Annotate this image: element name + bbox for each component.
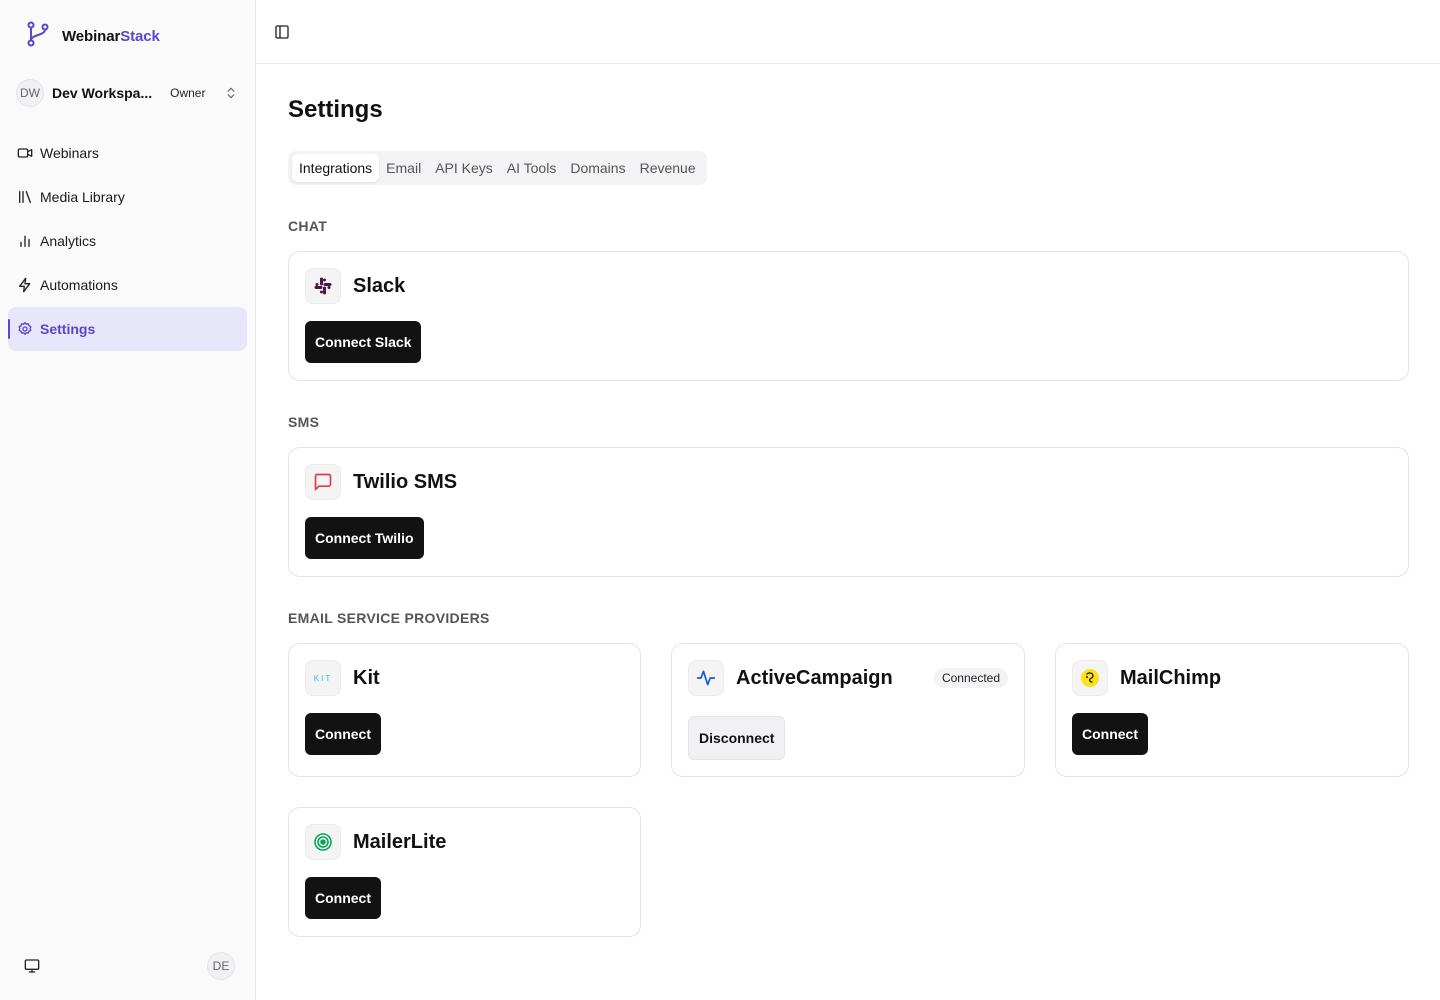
status-badge: Connected [933,668,1008,688]
sidebar-item-media-library[interactable]: Media Library [8,175,247,219]
card-title: Kit [353,666,380,689]
workspace-switcher[interactable]: DW Dev Workspa... Owner [16,79,242,107]
kit-logo: KIT [305,660,341,696]
brand-name: WebinarStack [62,28,160,45]
tab-ai-tools[interactable]: AI Tools [500,154,564,182]
sidebar-item-webinars[interactable]: Webinars [8,131,247,175]
card-header: Twilio SMS [305,464,457,500]
panel-toggle-icon[interactable] [274,24,290,40]
sidebar-item-label: Analytics [40,233,97,249]
user-avatar[interactable]: DE [207,952,235,980]
card-header: KIT Kit [305,660,380,696]
integration-card-mailchimp: MailChimp Connect [1055,643,1409,777]
brand-name-part1: Webinar [62,28,121,45]
sidebar-item-automations[interactable]: Automations [8,263,247,307]
workspace-avatar: DW [16,79,44,107]
tab-email[interactable]: Email [379,154,428,182]
message-square-icon [305,464,341,500]
monitor-icon[interactable] [24,958,40,974]
connect-slack-button[interactable]: Connect Slack [305,321,422,363]
sidebar-item-label: Media Library [40,189,125,205]
card-title: MailerLite [353,830,447,853]
lightning-icon [17,277,33,293]
section-label-email-service-providers: EMAIL SERVICE PROVIDERS [288,610,490,626]
mailchimp-icon [1072,660,1108,696]
connect-kit-button[interactable]: Connect [305,713,381,755]
tab-api-keys[interactable]: API Keys [428,154,500,182]
gear-icon [17,321,33,337]
workspace-role: Owner [170,86,206,100]
kit-logo-text: KIT [313,673,333,683]
library-icon [17,189,33,205]
section-label-chat: CHAT [288,218,328,234]
sidebar: WebinarStack DW Dev Workspa... Owner Web… [0,0,256,1000]
settings-tabs: Integrations Email API Keys AI Tools Dom… [288,151,707,185]
sidebar-item-settings[interactable]: Settings [8,307,247,351]
tab-domains[interactable]: Domains [563,154,632,182]
card-header: Slack [305,268,405,304]
connect-mailchimp-button[interactable]: Connect [1072,713,1148,755]
chevrons-up-down-icon [224,86,238,100]
integration-card-activecampaign: ActiveCampaign Connected Disconnect [671,643,1025,777]
tab-revenue[interactable]: Revenue [633,154,703,182]
sidebar-item-analytics[interactable]: Analytics [8,219,247,263]
connect-twilio-button[interactable]: Connect Twilio [305,517,424,559]
sidebar-item-label: Webinars [40,145,99,161]
top-bar [256,0,1440,64]
card-title: ActiveCampaign [736,666,893,689]
card-title: MailChimp [1120,666,1222,689]
video-icon [17,145,33,161]
connect-mailerlite-button[interactable]: Connect [305,877,381,919]
bar-chart-icon [17,233,33,249]
sidebar-item-label: Automations [40,277,118,293]
integration-card-kit: KIT Kit Connect [288,643,641,777]
brand-name-part2: Stack [120,28,160,45]
tab-integrations[interactable]: Integrations [292,154,380,182]
branch-icon [26,21,50,52]
integration-card-mailerlite: MailerLite Connect [288,807,641,937]
section-label-sms: SMS [288,414,320,430]
card-title: Twilio SMS [353,470,458,493]
workspace-name: Dev Workspa... [52,85,153,101]
activity-icon [688,660,724,696]
card-header: MailChimp [1072,660,1221,696]
sidebar-item-label: Settings [40,321,96,337]
card-title: Slack [353,274,406,297]
disconnect-activecampaign-button[interactable]: Disconnect [688,716,786,760]
card-header: MailerLite [305,824,446,860]
integration-card-slack: Slack Connect Slack [288,251,1409,381]
slack-icon [305,268,341,304]
mailerlite-icon [305,824,341,860]
brand[interactable]: WebinarStack [26,21,160,52]
card-header: ActiveCampaign [688,660,893,696]
page-title: Settings [288,96,383,123]
integration-card-twilio: Twilio SMS Connect Twilio [288,447,1409,577]
sidebar-nav: Webinars Media Library Analytics Automat… [8,131,247,351]
